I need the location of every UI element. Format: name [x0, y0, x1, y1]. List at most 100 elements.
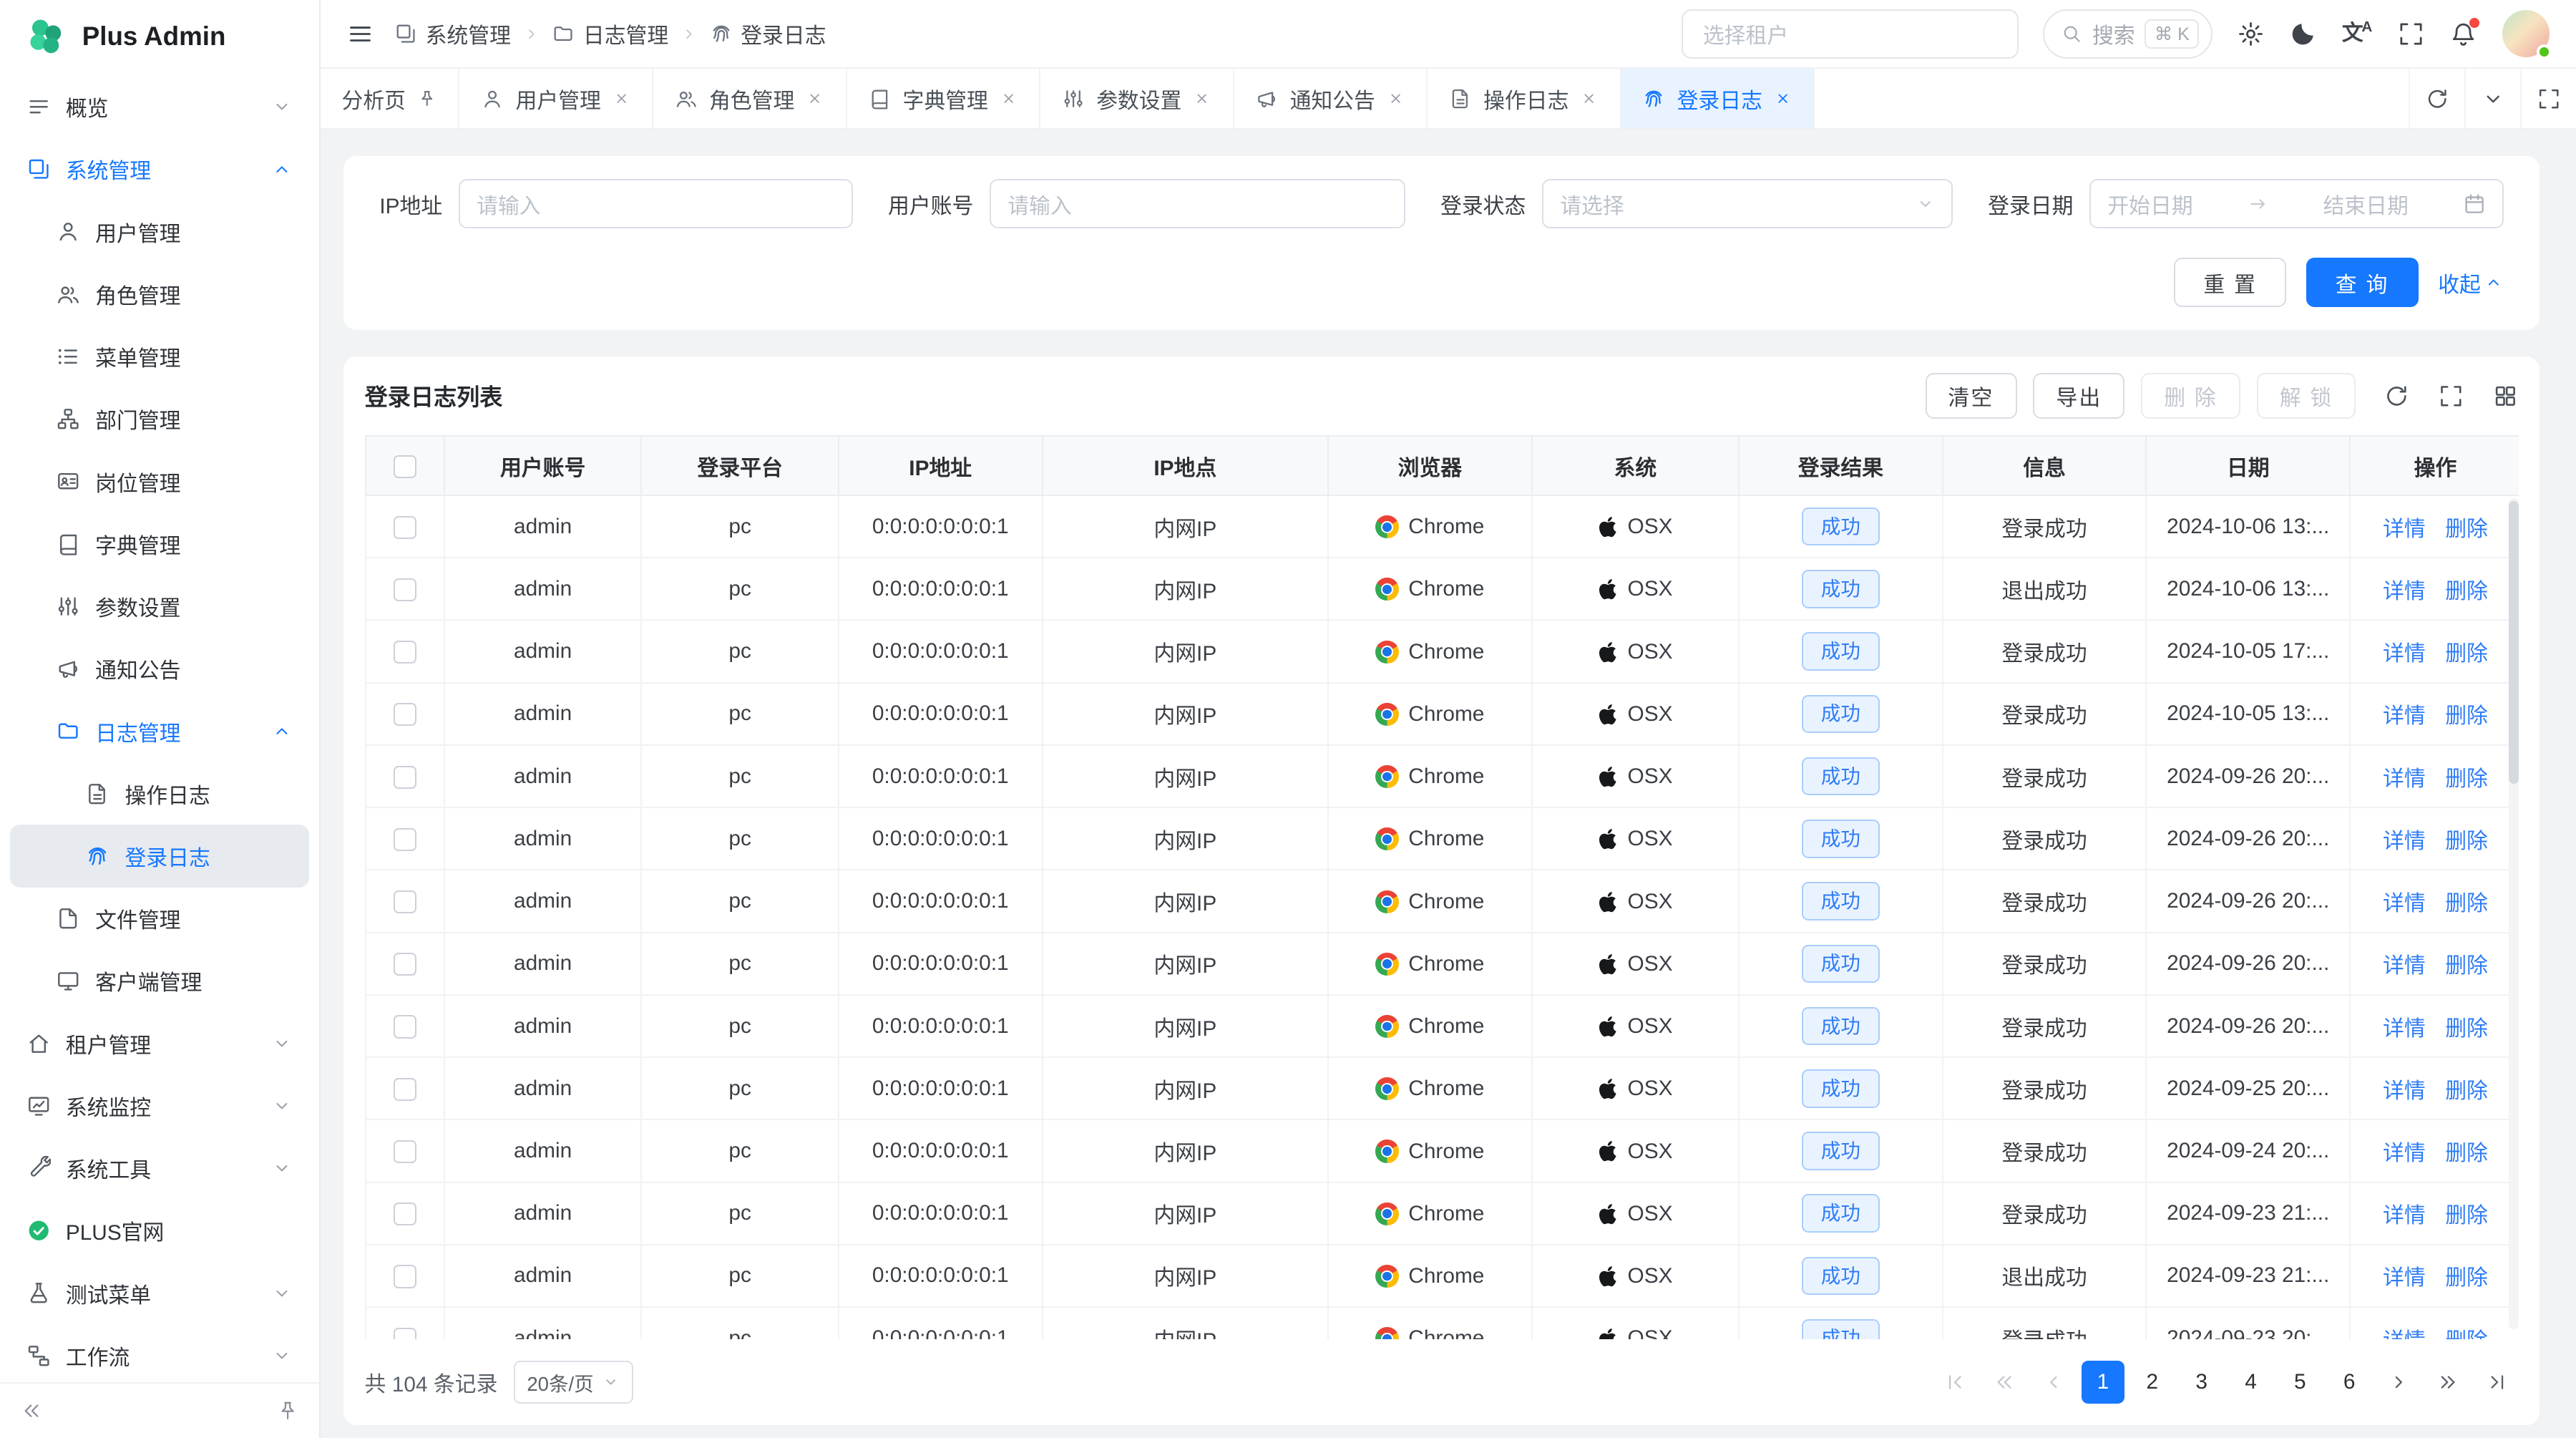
detail-link[interactable]: 详情 — [2383, 767, 2426, 791]
detail-link[interactable]: 详情 — [2383, 1266, 2426, 1290]
close-tab-icon[interactable] — [806, 89, 824, 107]
menu-toggle-button[interactable] — [346, 20, 374, 48]
column-header[interactable]: 浏览器 — [1328, 436, 1532, 495]
page-5-button[interactable]: 5 — [2279, 1361, 2322, 1404]
refresh-table-button[interactable] — [2384, 383, 2410, 409]
sidebar-item-2[interactable]: 用户管理 — [10, 200, 309, 263]
vertical-scrollbar[interactable] — [2509, 498, 2519, 1330]
sidebar-item-9[interactable]: 通知公告 — [10, 638, 309, 700]
close-tab-icon[interactable] — [1774, 89, 1792, 107]
sidebar-item-10[interactable]: 日志管理 — [10, 700, 309, 762]
close-tab-icon[interactable] — [1387, 89, 1405, 107]
tab-menu-button[interactable] — [2464, 69, 2520, 128]
breadcrumb-item-1[interactable]: 日志管理 — [552, 18, 668, 49]
refresh-page-button[interactable] — [2409, 69, 2464, 128]
sidebar-item-8[interactable]: 参数设置 — [10, 575, 309, 637]
delete-link[interactable]: 删除 — [2445, 1142, 2488, 1165]
column-header[interactable]: IP地点 — [1043, 436, 1328, 495]
sidebar-item-5[interactable]: 部门管理 — [10, 388, 309, 450]
delete-link[interactable]: 删除 — [2445, 1266, 2488, 1290]
sidebar-item-19[interactable]: 测试菜单 — [10, 1262, 309, 1324]
delete-link[interactable]: 删除 — [2445, 518, 2488, 541]
row-checkbox[interactable] — [394, 1015, 416, 1038]
row-checkbox[interactable] — [394, 641, 416, 664]
content-fullscreen-button[interactable] — [2520, 69, 2576, 128]
last-page-button[interactable] — [2476, 1361, 2519, 1404]
delete-link[interactable]: 删除 — [2445, 954, 2488, 978]
login-status-select[interactable]: 请选择 — [1542, 179, 1953, 228]
sidebar-item-20[interactable]: 工作流 — [10, 1324, 309, 1382]
sidebar-item-13[interactable]: 文件管理 — [10, 888, 309, 950]
tab-5[interactable]: 通知公告 — [1234, 69, 1428, 128]
detail-link[interactable]: 详情 — [2383, 830, 2426, 853]
next-5-pages-button[interactable] — [2426, 1361, 2469, 1404]
column-header[interactable]: 用户账号 — [444, 436, 642, 495]
page-2-button[interactable]: 2 — [2131, 1361, 2174, 1404]
sidebar-item-14[interactable]: 客户端管理 — [10, 950, 309, 1012]
sidebar-item-16[interactable]: 系统监控 — [10, 1074, 309, 1137]
sidebar-item-0[interactable]: 概览 — [10, 76, 309, 138]
breadcrumb-item-0[interactable]: 系统管理 — [394, 18, 511, 49]
page-1-button[interactable]: 1 — [2082, 1361, 2124, 1404]
table-fullscreen-button[interactable] — [2438, 383, 2464, 409]
tab-3[interactable]: 字典管理 — [847, 69, 1041, 128]
detail-link[interactable]: 详情 — [2383, 1329, 2426, 1340]
close-tab-icon[interactable] — [1193, 89, 1211, 107]
prev-page-button[interactable] — [2032, 1361, 2075, 1404]
detail-link[interactable]: 详情 — [2383, 892, 2426, 915]
detail-link[interactable]: 详情 — [2383, 1204, 2426, 1228]
column-header[interactable]: IP地址 — [839, 436, 1043, 495]
ip-input[interactable]: 请输入 — [459, 179, 853, 228]
sidebar-item-12[interactable]: 登录日志 — [10, 825, 309, 887]
page-4-button[interactable]: 4 — [2230, 1361, 2273, 1404]
close-tab-icon[interactable] — [1580, 89, 1598, 107]
column-header[interactable]: 登录平台 — [641, 436, 839, 495]
detail-link[interactable]: 详情 — [2383, 518, 2426, 541]
first-page-button[interactable] — [1933, 1361, 1976, 1404]
sidebar-item-3[interactable]: 角色管理 — [10, 263, 309, 325]
row-checkbox[interactable] — [394, 1328, 416, 1340]
delete-link[interactable]: 删除 — [2445, 1204, 2488, 1228]
close-tab-icon[interactable] — [613, 89, 630, 107]
column-header[interactable]: 日期 — [2146, 436, 2350, 495]
language-button[interactable]: 文A — [2342, 20, 2372, 48]
sidebar-item-18[interactable]: PLUS官网 — [10, 1200, 309, 1262]
delete-link[interactable]: 删除 — [2445, 642, 2488, 666]
row-checkbox[interactable] — [394, 890, 416, 913]
collapse-sidebar-button[interactable] — [20, 1399, 43, 1422]
sidebar-item-11[interactable]: 操作日志 — [10, 762, 309, 825]
sidebar-item-17[interactable]: 系统工具 — [10, 1137, 309, 1200]
tab-0[interactable]: 分析页 — [321, 69, 460, 128]
account-input[interactable]: 请输入 — [990, 179, 1405, 228]
search-button[interactable]: 查 询 — [2306, 258, 2419, 307]
sidebar-item-15[interactable]: 租户管理 — [10, 1012, 309, 1074]
unlock-button[interactable]: 解 锁 — [2257, 373, 2356, 419]
clear-button[interactable]: 清空 — [1926, 373, 2017, 419]
sidebar-item-6[interactable]: 岗位管理 — [10, 450, 309, 512]
delete-link[interactable]: 删除 — [2445, 580, 2488, 603]
detail-link[interactable]: 详情 — [2383, 1017, 2426, 1041]
tab-2[interactable]: 角色管理 — [653, 69, 847, 128]
page-size-select[interactable]: 20条/页 — [514, 1361, 633, 1404]
detail-link[interactable]: 详情 — [2383, 1142, 2426, 1165]
pin-icon[interactable] — [417, 89, 437, 109]
delete-link[interactable]: 删除 — [2445, 1079, 2488, 1103]
logo[interactable]: Plus Admin — [0, 0, 319, 72]
tab-1[interactable]: 用户管理 — [459, 69, 653, 128]
login-date-range[interactable]: 开始日期 结束日期 — [2089, 179, 2504, 228]
next-page-button[interactable] — [2377, 1361, 2420, 1404]
user-avatar[interactable] — [2502, 10, 2550, 58]
reset-button[interactable]: 重 置 — [2174, 258, 2286, 307]
sidebar-item-1[interactable]: 系统管理 — [10, 138, 309, 200]
delete-link[interactable]: 删除 — [2445, 1329, 2488, 1340]
page-3-button[interactable]: 3 — [2180, 1361, 2223, 1404]
sidebar-item-4[interactable]: 菜单管理 — [10, 326, 309, 388]
export-button[interactable]: 导出 — [2033, 373, 2124, 419]
detail-link[interactable]: 详情 — [2383, 1079, 2426, 1103]
delete-link[interactable]: 删除 — [2445, 892, 2488, 915]
column-header[interactable]: 操作 — [2350, 436, 2519, 495]
page-6-button[interactable]: 6 — [2328, 1361, 2371, 1404]
row-checkbox[interactable] — [394, 1265, 416, 1288]
tab-4[interactable]: 参数设置 — [1040, 69, 1234, 128]
breadcrumb-item-2[interactable]: 登录日志 — [710, 18, 826, 49]
